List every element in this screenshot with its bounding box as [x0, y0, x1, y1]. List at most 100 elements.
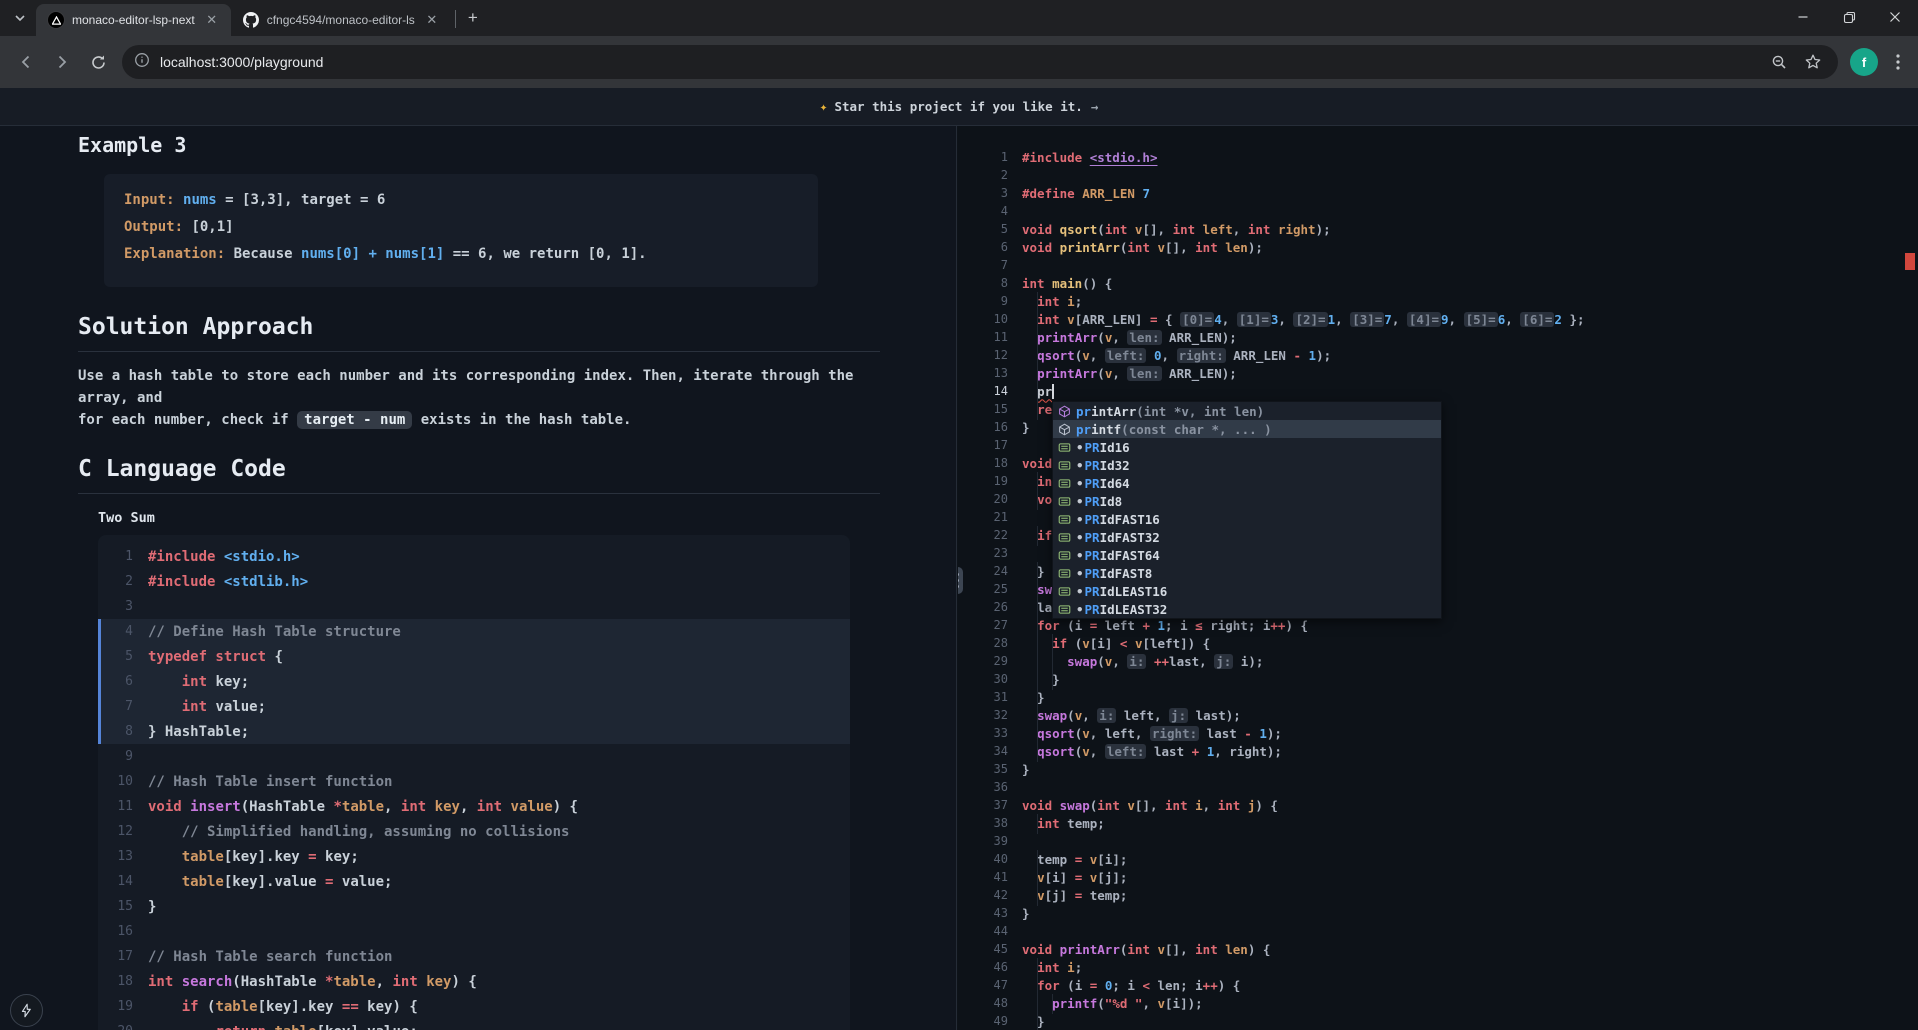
editor-line[interactable]: 30 }	[958, 670, 1918, 688]
suggestion-item[interactable]: •PRIdFAST32	[1053, 528, 1441, 546]
editor-line[interactable]: 48 printf("%d ", v[i]);	[958, 994, 1918, 1012]
editor-line[interactable]: 12 qsort(v, left: 0, right: ARR_LEN - 1)…	[958, 346, 1918, 364]
editor-line[interactable]: 38 int temp;	[958, 814, 1918, 832]
editor-line-number: 20	[958, 492, 1008, 506]
editor-line[interactable]: 14 pr	[958, 382, 1918, 400]
editor-line[interactable]: 28 if (v[i] < v[left]) {	[958, 634, 1918, 652]
back-icon[interactable]	[10, 46, 42, 78]
example-row: Input: nums = [3,3], target = 6	[124, 192, 818, 208]
indent-guide	[1037, 526, 1038, 546]
editor-line[interactable]: 13 printArr(v, len: ARR_LEN);	[958, 364, 1918, 382]
tab-search-chevron-icon[interactable]	[6, 4, 34, 32]
tab-monaco-editor[interactable]: monaco-editor-lsp-next ✕	[36, 4, 231, 36]
suggestion-item[interactable]: •PRId64	[1053, 474, 1441, 492]
editor-line[interactable]: 1#include <stdio.h>	[958, 148, 1918, 166]
forward-icon[interactable]	[46, 46, 78, 78]
profile-avatar[interactable]: f	[1850, 48, 1878, 76]
constant-suggestion-icon	[1056, 583, 1072, 599]
editor-line-number: 23	[958, 546, 1008, 560]
editor-line[interactable]: 11 printArr(v, len: ARR_LEN);	[958, 328, 1918, 346]
window-close-button[interactable]	[1872, 0, 1918, 34]
lightning-bolt-icon	[19, 1003, 34, 1018]
suggestion-item[interactable]: •PRIdLEAST16	[1053, 582, 1441, 600]
editor-line[interactable]: 40 temp = v[i];	[958, 850, 1918, 868]
editor-line[interactable]: 29 swap(v, i: ++last, j: i);	[958, 652, 1918, 670]
suggestion-item[interactable]: •PRIdFAST16	[1053, 510, 1441, 528]
lightning-fab-button[interactable]	[10, 994, 43, 1027]
suggestion-item[interactable]: •PRIdLEAST32	[1053, 600, 1441, 618]
doc-code-line: 3	[98, 594, 850, 619]
editor-line[interactable]: 42 v[j] = temp;	[958, 886, 1918, 904]
editor-line[interactable]: 36	[958, 778, 1918, 796]
bookmark-star-icon[interactable]	[1800, 49, 1826, 75]
suggestion-item[interactable]: •PRId8	[1053, 492, 1441, 510]
editor-line-number: 16	[958, 420, 1008, 434]
window-minimize-button[interactable]	[1780, 0, 1826, 34]
editor-line[interactable]: 9 int i;	[958, 292, 1918, 310]
example-row: Output: [0,1]	[124, 219, 818, 235]
editor-line-number: 9	[958, 294, 1008, 308]
indent-guide	[1037, 868, 1038, 888]
editor-line[interactable]: 10 int v[ARR_LEN] = { [0]=4, [1]=3, [2]=…	[958, 310, 1918, 328]
editor-line[interactable]: 32 swap(v, i: left, j: last);	[958, 706, 1918, 724]
indent-guide	[1037, 724, 1038, 744]
suggestion-item[interactable]: •PRIdFAST64	[1053, 546, 1441, 564]
editor-line-number: 5	[958, 222, 1008, 236]
url-text[interactable]: localhost:3000/playground	[160, 54, 1758, 70]
suggestion-item[interactable]: •PRId32	[1053, 456, 1441, 474]
doc-code-line: 15}	[98, 894, 850, 919]
doc-code-line: 14 table[key].value = value;	[98, 869, 850, 894]
suggestion-item[interactable]: •PRId16	[1053, 438, 1441, 456]
indent-guide	[1037, 1012, 1038, 1030]
address-bar[interactable]: localhost:3000/playground	[122, 45, 1838, 79]
editor-line[interactable]: 34 qsort(v, left: last + 1, right);	[958, 742, 1918, 760]
editor-line-number: 45	[958, 942, 1008, 956]
suggestion-item[interactable]: printf(const char *, ... )	[1053, 420, 1441, 438]
editor-line[interactable]: 44	[958, 922, 1918, 940]
reload-icon[interactable]	[82, 46, 114, 78]
editor-line[interactable]: 2	[958, 166, 1918, 184]
monaco-editor-panel[interactable]: 1#include <stdio.h>23#define ARR_LEN 745…	[958, 126, 1918, 1030]
suggestion-item[interactable]: printArr(int *v, int len)	[1053, 402, 1441, 420]
tab-close-icon[interactable]: ✕	[203, 11, 221, 29]
tab-github-repo[interactable]: cfngc4594/monaco-editor-ls ✕	[231, 4, 451, 36]
suggestion-item[interactable]: •PRIdFAST8	[1053, 564, 1441, 582]
editor-line[interactable]: 47 for (i = 0; i < len; i++) {	[958, 976, 1918, 994]
doc-code-line: 17// Hash Table search function	[98, 944, 850, 969]
editor-line[interactable]: 46 int i;	[958, 958, 1918, 976]
editor-line[interactable]: 35}	[958, 760, 1918, 778]
editor-line[interactable]: 7	[958, 256, 1918, 274]
editor-line[interactable]: 4	[958, 202, 1918, 220]
editor-line[interactable]: 8int main() {	[958, 274, 1918, 292]
editor-line[interactable]: 43}	[958, 904, 1918, 922]
window-restore-button[interactable]	[1826, 0, 1872, 34]
constant-suggestion-icon	[1056, 565, 1072, 581]
editor-line-number: 27	[958, 618, 1008, 632]
site-info-icon[interactable]	[134, 52, 150, 73]
editor-line[interactable]: 6void printArr(int v[], int len);	[958, 238, 1918, 256]
tab-title: cfngc4594/monaco-editor-ls	[267, 13, 415, 27]
indent-guide	[1037, 580, 1038, 600]
pane-resize-handle[interactable]	[958, 567, 963, 594]
editor-line-number: 6	[958, 240, 1008, 254]
constant-suggestion-icon	[1056, 601, 1072, 617]
editor-line[interactable]: 39	[958, 832, 1918, 850]
tab-close-icon[interactable]: ✕	[423, 11, 441, 29]
editor-line[interactable]: 5void qsort(int v[], int left, int right…	[958, 220, 1918, 238]
editor-line[interactable]: 49 }	[958, 1012, 1918, 1030]
zoom-icon[interactable]	[1766, 49, 1792, 75]
editor-line[interactable]: 45void printArr(int v[], int len) {	[958, 940, 1918, 958]
autocomplete-popup[interactable]: printArr(int *v, int len)printf(const ch…	[1052, 401, 1442, 619]
browser-menu-icon[interactable]	[1886, 50, 1910, 74]
editor-line[interactable]: 3#define ARR_LEN 7	[958, 184, 1918, 202]
editor-line-number: 35	[958, 762, 1008, 776]
editor-line[interactable]: 41 v[i] = v[j];	[958, 868, 1918, 886]
editor-line[interactable]: 33 qsort(v, left, right: last - 1);	[958, 724, 1918, 742]
banner-link[interactable]: ✦Star this project if you like it.→	[820, 99, 1099, 115]
editor-line-number: 7	[958, 258, 1008, 272]
editor-line[interactable]: 31 }	[958, 688, 1918, 706]
indent-guide	[1037, 742, 1038, 762]
editor-line[interactable]: 37void swap(int v[], int i, int j) {	[958, 796, 1918, 814]
editor-line-number: 48	[958, 996, 1008, 1010]
new-tab-button[interactable]: +	[460, 5, 486, 31]
